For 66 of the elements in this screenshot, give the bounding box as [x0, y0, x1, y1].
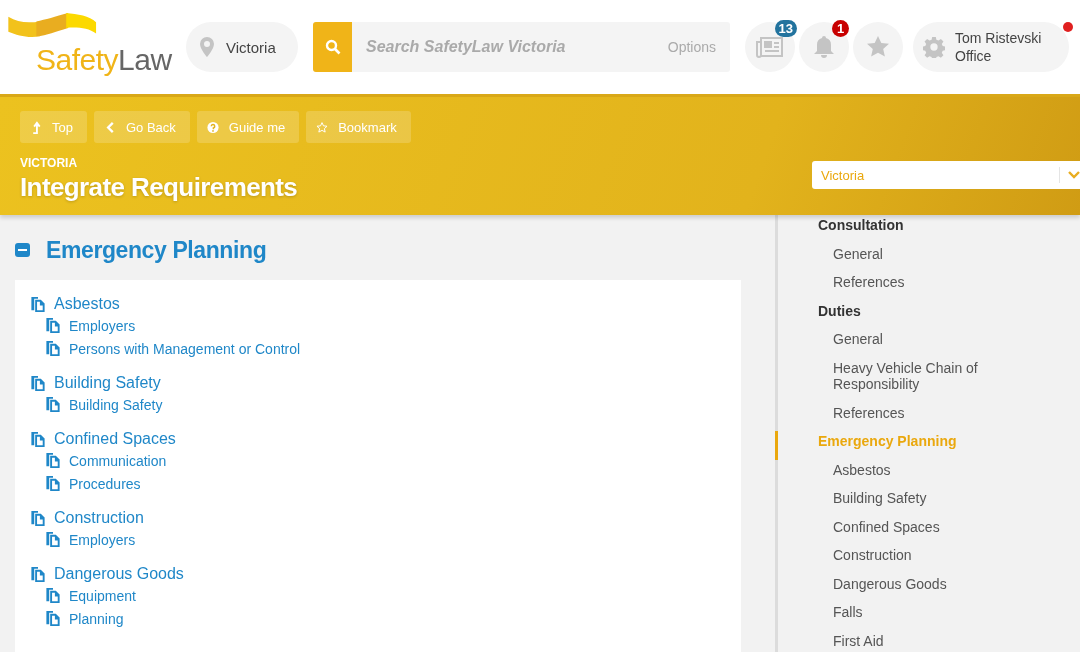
- documents-icon: [45, 610, 61, 627]
- star-icon: [866, 35, 890, 59]
- sidebar-item[interactable]: Duties: [775, 300, 1080, 329]
- sidebar-subitem[interactable]: Asbestos: [775, 459, 1080, 488]
- documents-icon: [30, 295, 46, 313]
- newspaper-icon: [756, 36, 784, 58]
- documents-icon: [45, 475, 61, 492]
- news-button[interactable]: 13: [745, 22, 795, 72]
- search-button[interactable]: [313, 22, 352, 72]
- star-outline-icon: [316, 120, 329, 134]
- sidebar-subitem[interactable]: General: [775, 329, 1080, 358]
- sidebar-subitem[interactable]: References: [775, 272, 1080, 301]
- question-icon: [206, 120, 219, 134]
- arrow-up-icon: [30, 120, 42, 134]
- region-label: VICTORIA: [20, 156, 79, 170]
- sidebar-subitem[interactable]: General: [775, 243, 1080, 272]
- sidebar-subitem[interactable]: References: [775, 402, 1080, 431]
- documents-icon: [45, 587, 61, 604]
- count-badge: 1: [832, 20, 849, 37]
- sidebar-subitem[interactable]: Heavy Vehicle Chain of Responsibility: [775, 357, 1080, 403]
- star-button[interactable]: [853, 22, 903, 72]
- options-link[interactable]: Options: [667, 39, 730, 55]
- documents-icon: [45, 340, 61, 357]
- subtopic-link[interactable]: Procedures: [30, 472, 741, 495]
- documents-icon: [45, 531, 61, 548]
- search-icon: [324, 39, 341, 55]
- gear-icon: [923, 36, 945, 58]
- documents-icon: [30, 374, 46, 392]
- sidebar-item[interactable]: Consultation: [775, 215, 1080, 244]
- chevron-down-icon: [1059, 167, 1080, 183]
- sidebar-subitem[interactable]: Construction: [775, 545, 1080, 574]
- documents-icon: [30, 509, 46, 527]
- map-pin-icon: [200, 37, 214, 57]
- subtopic-link[interactable]: Equipment: [30, 584, 741, 607]
- collapse-button[interactable]: [15, 243, 30, 257]
- documents-icon: [30, 430, 46, 448]
- documents-icon: [45, 452, 61, 469]
- subtopic-link[interactable]: Communication: [30, 449, 741, 472]
- sidebar-subitem[interactable]: Confined Spaces: [775, 516, 1080, 545]
- subtopic-link[interactable]: Employers: [30, 528, 741, 551]
- topic-link[interactable]: Dangerous Goods: [30, 564, 741, 584]
- topic-link[interactable]: Construction: [30, 508, 741, 528]
- topic-link[interactable]: Building Safety: [30, 373, 741, 393]
- search-field[interactable]: Search SafetyLaw Victoria Options: [313, 22, 730, 72]
- sidebar-subitem[interactable]: Dangerous Goods: [775, 573, 1080, 602]
- bell-button[interactable]: 1: [799, 22, 849, 72]
- sidebar-subitem[interactable]: Falls: [775, 602, 1080, 631]
- subtopic-link[interactable]: Planning: [30, 607, 741, 630]
- chevron-left-icon: [103, 120, 116, 134]
- documents-icon: [30, 565, 46, 583]
- topic-link[interactable]: Confined Spaces: [30, 429, 741, 449]
- logo-text[interactable]: SafetyLaw: [36, 45, 186, 75]
- subtopic-link[interactable]: Building Safety: [30, 393, 741, 416]
- location-button[interactable]: Victoria: [186, 22, 298, 72]
- sidebar-subitem[interactable]: First Aid: [775, 630, 1080, 652]
- topic-link[interactable]: Asbestos: [30, 294, 741, 314]
- jurisdiction-dropdown[interactable]: Victoria: [812, 161, 1080, 189]
- page-title: Integrate Requirements: [20, 172, 298, 203]
- bell-icon: [813, 35, 835, 59]
- subtopic-link[interactable]: Persons with Management or Control: [30, 337, 741, 360]
- count-badge: 13: [774, 20, 797, 37]
- section-title: Emergency Planning: [46, 236, 267, 264]
- documents-icon: [45, 317, 61, 334]
- subtopic-link[interactable]: Employers: [30, 314, 741, 337]
- sidebar-subitem[interactable]: Building Safety: [775, 488, 1080, 517]
- documents-icon: [45, 396, 61, 413]
